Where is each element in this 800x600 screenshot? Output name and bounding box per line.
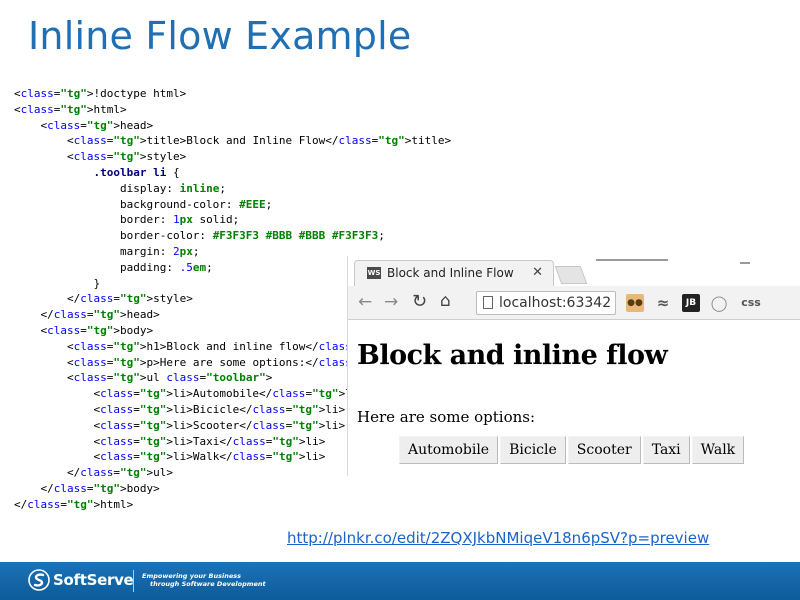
code-line: background-color: #EEE; bbox=[14, 197, 273, 211]
tab-title: Block and Inline Flow bbox=[387, 266, 514, 280]
home-icon[interactable]: ⌂ bbox=[440, 291, 451, 311]
window-minimize-line bbox=[596, 259, 668, 261]
page-viewport: Block and inline flow Here are some opti… bbox=[348, 320, 800, 476]
slide-title: Inline Flow Example bbox=[28, 14, 412, 58]
toolbar-option[interactable]: Taxi bbox=[642, 436, 690, 464]
minimize-icon[interactable] bbox=[740, 262, 750, 264]
extension-jb-icon[interactable]: JB bbox=[682, 294, 700, 312]
extension-plug-icon[interactable]: ●● bbox=[626, 294, 644, 312]
footer-bar: SoftServe Empowering your Business throu… bbox=[0, 562, 800, 600]
code-line: <class="tg">!doctype html> bbox=[14, 87, 187, 100]
code-line: <class="tg">title>Block and Inline Flow<… bbox=[14, 134, 452, 148]
forward-arrow-icon[interactable]: → bbox=[384, 292, 398, 312]
page-heading: Block and inline flow bbox=[357, 340, 668, 371]
new-tab-button[interactable] bbox=[554, 266, 588, 284]
toolbar-list: Automobile Bicicle Scooter Taxi Walk bbox=[398, 434, 745, 466]
tab-strip: WS Block and Inline Flow ✕ bbox=[348, 256, 800, 286]
toolbar-option[interactable]: Scooter bbox=[567, 436, 641, 464]
code-line: </class="tg">html> bbox=[14, 497, 134, 511]
brand-tagline: Empowering your Business through Softwar… bbox=[142, 572, 266, 588]
address-bar[interactable]: localhost:63342 bbox=[476, 291, 616, 315]
page-paragraph: Here are some options: bbox=[357, 408, 536, 426]
back-arrow-icon[interactable]: ← bbox=[358, 292, 372, 312]
code-line: border: 1px solid; bbox=[14, 213, 240, 227]
code-line: border-color: #F3F3F3 #BBB #BBB #F3F3F3; bbox=[14, 229, 385, 243]
softserve-logo-icon bbox=[28, 569, 50, 591]
code-line: <class="tg">style> bbox=[14, 150, 187, 164]
extension-sync-icon[interactable]: ≈ bbox=[654, 294, 672, 312]
code-line: .toolbar li { bbox=[93, 165, 180, 179]
tagline-line-1: Empowering your Business bbox=[142, 572, 241, 580]
slide: Inline Flow Example <class="tg">!doctype… bbox=[0, 0, 800, 600]
tab-close-icon[interactable]: ✕ bbox=[532, 265, 543, 280]
toolbar-option[interactable]: Automobile bbox=[399, 436, 499, 464]
browser-tab[interactable]: WS Block and Inline Flow ✕ bbox=[354, 260, 554, 286]
plunker-link[interactable]: http://plnkr.co/edit/2ZQXJkbNMiqeV18n6pS… bbox=[287, 529, 709, 547]
url-text: localhost:63342 bbox=[499, 295, 612, 311]
brand-divider bbox=[133, 570, 134, 592]
webstorm-favicon-icon: WS bbox=[367, 267, 381, 279]
reload-icon[interactable]: ↻ bbox=[412, 291, 427, 312]
extension-shield-icon[interactable]: ◯ bbox=[710, 294, 728, 312]
tagline-line-2: through Software Development bbox=[150, 580, 266, 588]
code-line: display: inline; bbox=[14, 181, 226, 195]
browser-toolbar: ← → ↻ ⌂ localhost:63342 ●● ≈ JB ◯ css bbox=[348, 286, 800, 320]
toolbar-option[interactable]: Bicicle bbox=[500, 436, 566, 464]
brand-name: SoftServe bbox=[53, 571, 134, 589]
extension-css-icon[interactable]: css bbox=[736, 294, 766, 312]
code-line: <class="tg">html> bbox=[14, 102, 127, 116]
page-icon bbox=[483, 296, 493, 309]
code-line: </class="tg">body> bbox=[14, 481, 160, 495]
toolbar-option[interactable]: Walk bbox=[691, 436, 745, 464]
browser-window: WS Block and Inline Flow ✕ ← → ↻ ⌂ local… bbox=[347, 256, 800, 476]
code-line: <class="tg">head> bbox=[14, 118, 154, 132]
